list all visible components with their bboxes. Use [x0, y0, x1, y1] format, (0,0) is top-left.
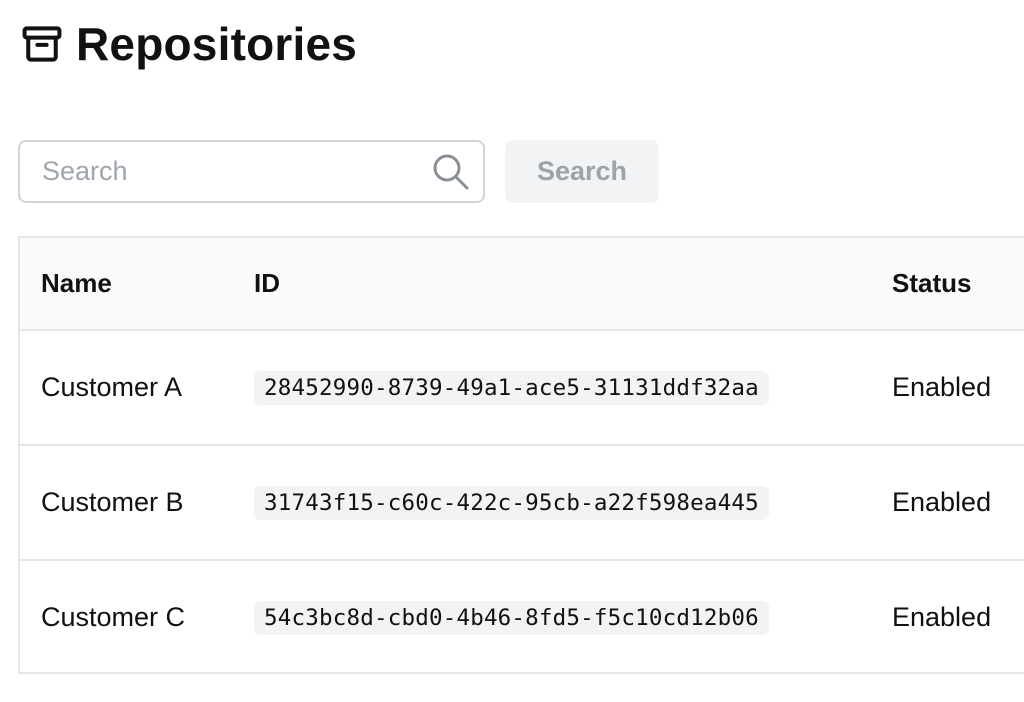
repository-id: 28452990-8739-49a1-ace5-31131ddf32aa	[254, 370, 769, 405]
repository-name: Customer C	[41, 602, 186, 632]
column-header-name[interactable]: Name	[41, 238, 112, 329]
repository-id: 31743f15-c60c-422c-95cb-a22f598ea445	[254, 485, 769, 520]
column-header-status[interactable]: Status	[892, 238, 971, 329]
table-row[interactable]: Customer A 28452990-8739-49a1-ace5-31131…	[20, 331, 1024, 446]
table-row[interactable]: Customer C 54c3bc8d-cbd0-4b46-8fd5-f5c10…	[20, 561, 1024, 672]
archive-box-icon	[20, 21, 66, 67]
repository-id: 54c3bc8d-cbd0-4b46-8fd5-f5c10cd12b06	[254, 600, 769, 635]
search-icon[interactable]	[431, 152, 471, 192]
search-field	[18, 140, 485, 203]
table-header: Name ID Status	[20, 238, 1024, 331]
page-title: Repositories	[76, 18, 358, 70]
search-bar: Search	[18, 140, 659, 203]
search-button[interactable]: Search	[505, 140, 659, 203]
column-header-id[interactable]: ID	[254, 238, 280, 329]
table-row[interactable]: Customer B 31743f15-c60c-422c-95cb-a22f5…	[20, 446, 1024, 561]
search-input[interactable]	[20, 142, 483, 201]
repository-status: Enabled	[892, 487, 992, 517]
repository-id-cell: 28452990-8739-49a1-ace5-31131ddf32aa	[254, 331, 769, 444]
repository-name: Customer A	[41, 372, 183, 402]
repository-status: Enabled	[892, 372, 992, 402]
repositories-table: Name ID Status Customer A 28452990-8739-…	[18, 236, 1024, 674]
repository-id-cell: 31743f15-c60c-422c-95cb-a22f598ea445	[254, 446, 769, 559]
repository-status: Enabled	[892, 602, 992, 632]
repository-name: Customer B	[41, 487, 184, 517]
repository-id-cell: 54c3bc8d-cbd0-4b46-8fd5-f5c10cd12b06	[254, 561, 769, 672]
page-header: Repositories	[20, 14, 357, 74]
